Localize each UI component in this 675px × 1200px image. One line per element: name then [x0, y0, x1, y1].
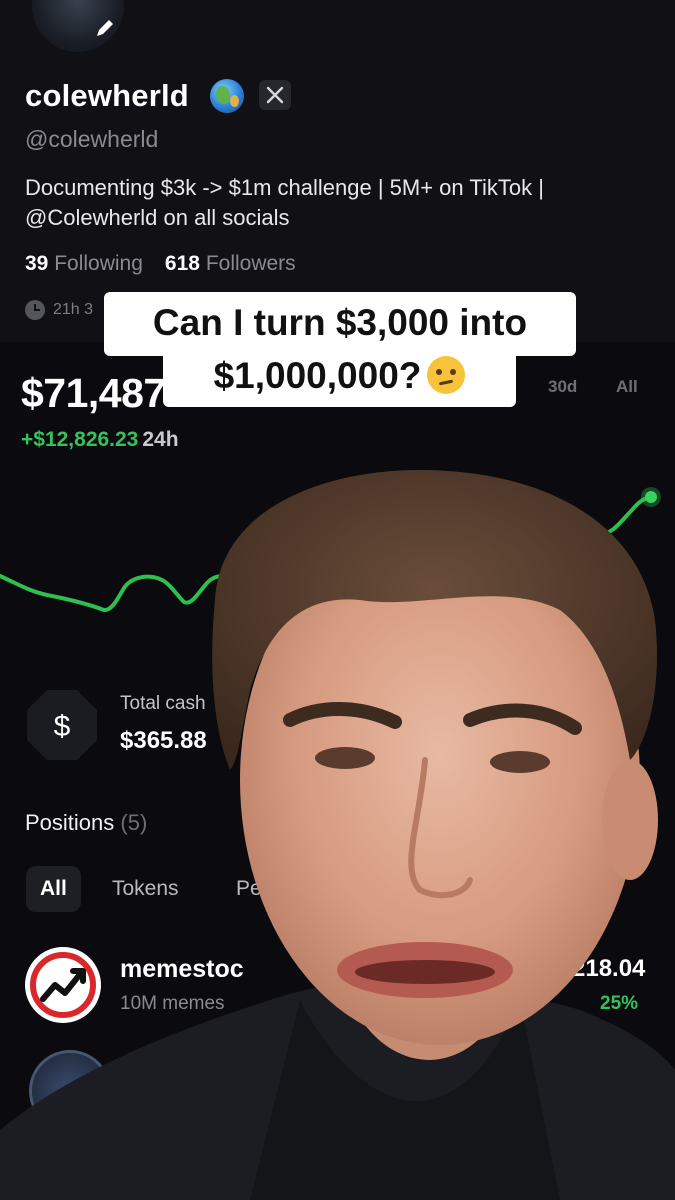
dollar-octagon-icon: $: [27, 690, 97, 760]
portfolio-chart[interactable]: [0, 470, 675, 630]
position-name[interactable]: memestoc: [120, 955, 244, 984]
range-tab-all[interactable]: All: [616, 377, 638, 397]
svg-text:$: $: [54, 710, 71, 743]
position-change: 25%: [600, 993, 639, 1014]
caption-line-2: $1,000,000?: [163, 346, 516, 407]
last-active-row: 21h 3: [25, 300, 93, 320]
position-name-2[interactable]: WS: [120, 1055, 160, 1084]
wsb-logo-icon: [29, 1050, 111, 1132]
cash-value: $365.88: [120, 727, 207, 754]
following-link[interactable]: 39 Following: [25, 252, 143, 275]
clock-icon: [25, 300, 45, 320]
following-count: 39: [25, 252, 49, 275]
positions-title: Positions (5): [25, 810, 147, 836]
change-period: 24h: [142, 428, 179, 451]
memestock-logo-icon: [25, 947, 101, 1023]
filter-pe[interactable]: Pe: [222, 866, 276, 912]
followers-label: Followers: [205, 252, 296, 275]
bio-line-1: Documenting $3k -> $1m challenge | 5M+ o…: [25, 175, 544, 200]
filter-tokens[interactable]: Tokens: [98, 866, 193, 912]
globe-emoji-icon: [210, 79, 244, 113]
caption-line-2-text: $1,000,000?: [213, 355, 422, 396]
cash-label: Total cash: [120, 693, 206, 714]
profile-name: colewherld: [25, 78, 189, 113]
follow-stats: 39 Following 618 Followers: [25, 252, 296, 276]
x-logo-icon[interactable]: [259, 80, 291, 110]
range-tab-30d[interactable]: 30d: [548, 377, 577, 397]
portfolio-change: +$12,826.23 24h: [21, 428, 179, 452]
thinking-face-icon: [427, 356, 466, 394]
change-amount: +$12,826.23: [21, 428, 139, 451]
positions-count: (5): [120, 810, 148, 835]
profile-header: colewherld @colewherld Documenting $3k -…: [0, 0, 675, 342]
followers-count: 618: [164, 252, 200, 275]
portfolio-balance: $71,487: [21, 370, 166, 416]
profile-bio: Documenting $3k -> $1m challenge | 5M+ o…: [25, 173, 645, 233]
filter-all[interactable]: All: [26, 866, 81, 912]
position-value: 218.04: [572, 955, 646, 982]
chart-endpoint-dot: [645, 491, 657, 503]
position-amount: 10M memes: [120, 993, 225, 1014]
last-active-text: 21h 3: [53, 301, 94, 318]
following-label: Following: [54, 252, 143, 275]
positions-label: Positions: [25, 810, 115, 835]
pencil-edit-icon[interactable]: [93, 16, 117, 40]
chart-line: [0, 495, 653, 612]
followers-link[interactable]: 618 Followers: [165, 252, 296, 275]
profile-handle: @colewherld: [25, 126, 159, 152]
bio-line-2: @Colewherld on all socials: [25, 205, 290, 230]
